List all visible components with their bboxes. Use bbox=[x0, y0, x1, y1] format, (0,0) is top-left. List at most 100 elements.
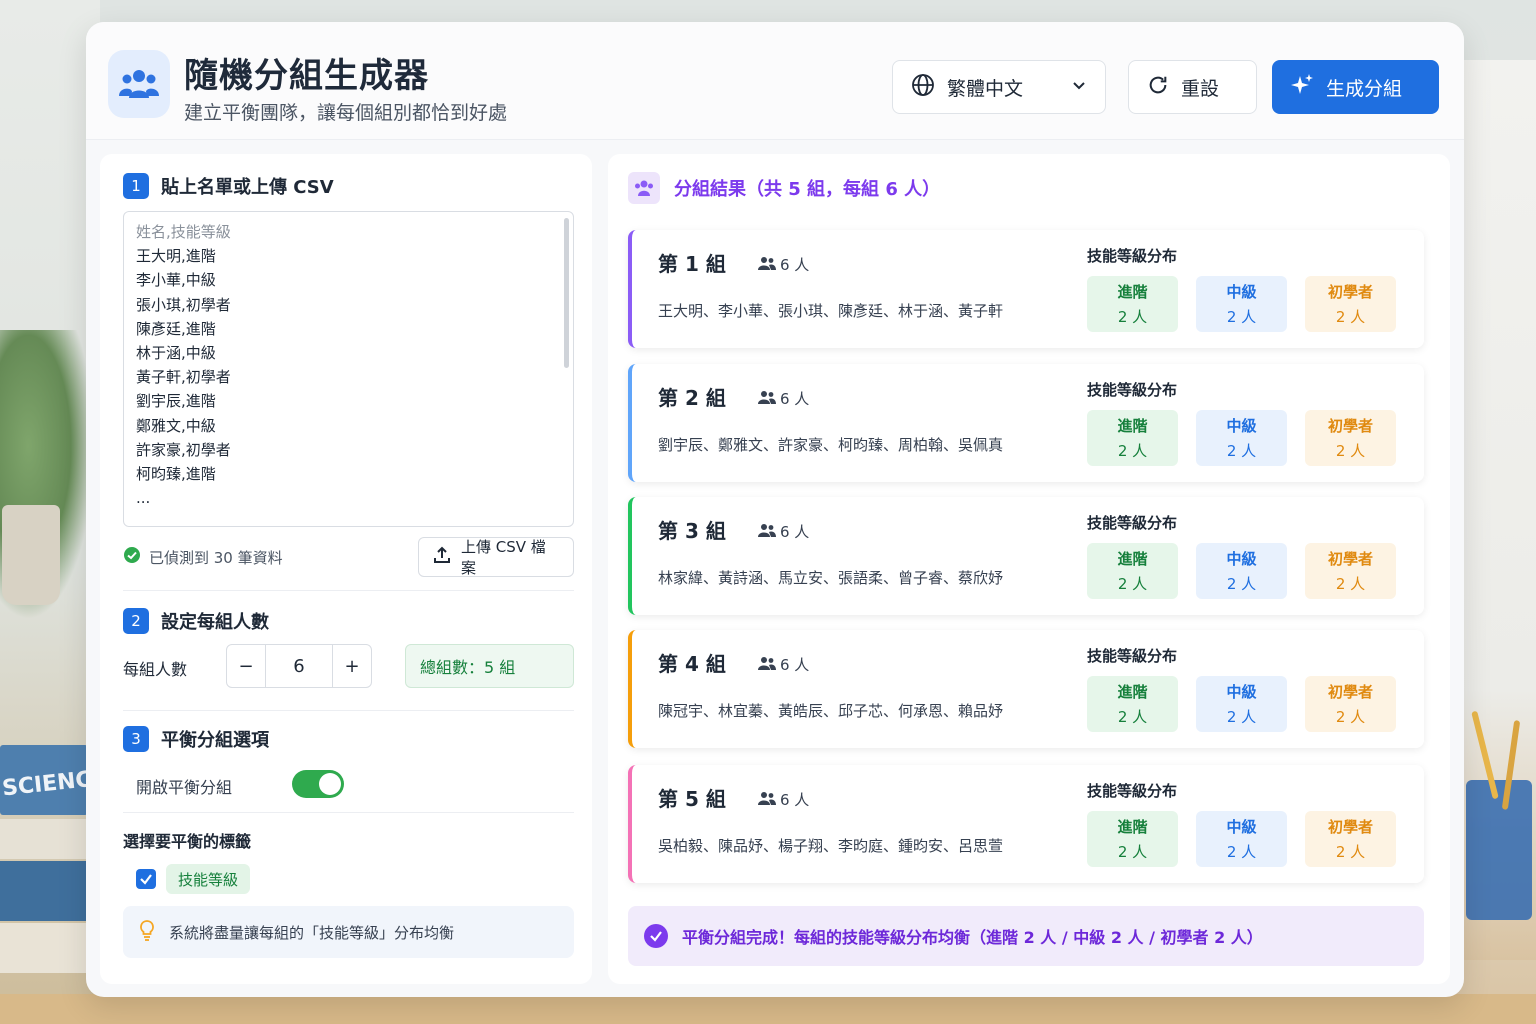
select-tags-label: 選擇要平衡的標籤 bbox=[123, 832, 252, 851]
skill-level-name: 進階 bbox=[1117, 683, 1148, 701]
generate-groups-button[interactable]: 生成分組 bbox=[1272, 60, 1439, 114]
group-title: 第 3 組 bbox=[658, 519, 726, 543]
group-title: 第 1 組 bbox=[658, 252, 726, 276]
group-member-count: 6 人 bbox=[758, 388, 809, 409]
step-3-heading: 3 平衡分組選項 bbox=[123, 726, 269, 752]
skill-level-pill: 中級 2 人 bbox=[1196, 276, 1287, 332]
skill-level-name: 初學者 bbox=[1327, 417, 1373, 435]
balance-toggle-label: 開啟平衡分組 bbox=[136, 778, 233, 797]
background-pot bbox=[2, 505, 60, 605]
roster-line: 李小華,中級 bbox=[136, 271, 216, 290]
group-member-count: 6 人 bbox=[758, 254, 809, 275]
group-logo-icon bbox=[108, 50, 170, 118]
group-title: 第 5 組 bbox=[658, 787, 726, 811]
app-header: 隨機分組生成器 建立平衡團隊，讓每個組別都恰到好處 繁體中文 重設 生成分組 bbox=[86, 22, 1464, 140]
skill-level-pill: 進階 2 人 bbox=[1087, 676, 1178, 732]
skill-level-name: 中級 bbox=[1226, 417, 1257, 435]
roster-line: 黃子軒,初學者 bbox=[136, 368, 231, 387]
skill-level-count: 2 人 bbox=[1117, 708, 1148, 726]
upload-csv-button[interactable]: 上傳 CSV 檔案 bbox=[418, 537, 574, 577]
group-member-count: 6 人 bbox=[758, 654, 809, 675]
skill-level-count: 2 人 bbox=[1226, 575, 1257, 593]
background-books: SCIENCE bbox=[0, 745, 108, 975]
skill-level-count: 2 人 bbox=[1117, 843, 1148, 861]
increment-button[interactable]: + bbox=[332, 644, 372, 688]
skill-level-pill: 進階 2 人 bbox=[1087, 543, 1178, 599]
refresh-icon bbox=[1147, 74, 1169, 101]
page-title: 隨機分組生成器 bbox=[184, 56, 429, 96]
upload-icon bbox=[433, 546, 451, 568]
roster-textarea[interactable]: 姓名,技能等級 王大明,進階 李小華,中級 張小琪,初學者 陳彥廷,進階 林于涵… bbox=[123, 211, 574, 527]
per-group-label: 每組人數 bbox=[123, 660, 188, 679]
check-circle-icon bbox=[123, 546, 141, 568]
group-title: 第 4 組 bbox=[658, 652, 726, 676]
divider bbox=[123, 590, 574, 591]
roster-line: 王大明,進階 bbox=[136, 247, 216, 266]
roster-line: ... bbox=[136, 489, 151, 508]
completion-text: 平衡分組完成！每組的技能等級分布均衡（進階 2 人 / 中級 2 人 / 初學者… bbox=[682, 928, 1263, 947]
step-title: 設定每組人數 bbox=[161, 612, 269, 633]
skill-level-count: 2 人 bbox=[1335, 708, 1366, 726]
roster-line: 陳彥廷,進階 bbox=[136, 319, 216, 338]
skill-level-name: 進階 bbox=[1117, 818, 1148, 836]
group-count-text: 6 人 bbox=[780, 791, 810, 809]
skill-level-name: 中級 bbox=[1226, 283, 1257, 301]
skill-level-count: 2 人 bbox=[1335, 308, 1366, 326]
group-members: 王大明、李小華、張小琪、陳彥廷、林于涵、黃子軒 bbox=[658, 302, 1004, 320]
skill-level-pill: 初學者 2 人 bbox=[1305, 676, 1396, 732]
skill-level-pill: 初學者 2 人 bbox=[1305, 410, 1396, 466]
divider bbox=[123, 812, 574, 813]
textarea-scrollbar[interactable] bbox=[564, 218, 569, 368]
balance-toggle[interactable] bbox=[292, 770, 344, 798]
skill-level-count: 2 人 bbox=[1335, 843, 1366, 861]
step-2-heading: 2 設定每組人數 bbox=[123, 608, 269, 634]
group-card: 第 2 組 6 人劉宇辰、鄭雅文、許家豪、柯昀臻、周柏翰、吳佩真 技能等級分布 進階 2… bbox=[628, 364, 1424, 482]
skill-distribution-label: 技能等級分布 bbox=[1087, 782, 1178, 800]
skill-level-pill: 中級 2 人 bbox=[1196, 410, 1287, 466]
skill-level-count: 2 人 bbox=[1117, 308, 1148, 326]
step-title: 平衡分組選項 bbox=[161, 730, 269, 751]
divider bbox=[123, 710, 574, 711]
checkmark-icon bbox=[140, 874, 152, 885]
total-groups-badge: 總組數：5 組 bbox=[405, 644, 574, 688]
skill-level-count: 2 人 bbox=[1226, 708, 1257, 726]
step-number: 1 bbox=[123, 173, 149, 199]
results-panel: 分組結果（共 5 組，每組 6 人） 第 1 組6 人王大明、李小華、張小琪、陳… bbox=[608, 154, 1450, 984]
skill-level-count: 2 人 bbox=[1335, 575, 1366, 593]
group-size-stepper: − 6 + bbox=[226, 644, 372, 688]
skill-level-checkbox[interactable] bbox=[136, 869, 156, 889]
skill-level-pill: 進階 2 人 bbox=[1087, 410, 1178, 466]
people-icon bbox=[758, 256, 776, 274]
group-count-text: 6 人 bbox=[780, 656, 810, 674]
decrement-button[interactable]: − bbox=[226, 644, 266, 688]
step-1-heading: 1 貼上名單或上傳 CSV bbox=[123, 173, 334, 199]
reset-button[interactable]: 重設 bbox=[1128, 60, 1257, 114]
group-members: 劉宇辰、鄭雅文、許家豪、柯昀臻、周柏翰、吳佩真 bbox=[658, 436, 1004, 454]
completion-banner: 平衡分組完成！每組的技能等級分布均衡（進階 2 人 / 中級 2 人 / 初學者… bbox=[628, 906, 1424, 966]
group-card: 第 1 組 6 人王大明、李小華、張小琪、陳彥廷、林于涵、黃子軒 技能等級分布 進階 2… bbox=[628, 230, 1424, 348]
people-icon bbox=[758, 523, 776, 541]
skill-level-pill: 中級 2 人 bbox=[1196, 543, 1287, 599]
detected-status: 已偵測到 30 筆資料 bbox=[123, 546, 283, 568]
skill-level-tag[interactable]: 技能等級 bbox=[166, 864, 251, 894]
check-circle-icon bbox=[644, 924, 668, 948]
skill-level-pill: 中級 2 人 bbox=[1196, 811, 1287, 867]
group-title: 第 2 組 bbox=[658, 386, 726, 410]
group-size-input[interactable]: 6 bbox=[266, 644, 332, 688]
group-member-count: 6 人 bbox=[758, 789, 809, 810]
skill-level-name: 初學者 bbox=[1327, 550, 1373, 568]
team-icon bbox=[628, 172, 660, 204]
results-title: 分組結果（共 5 組，每組 6 人） bbox=[674, 179, 941, 200]
sparkle-icon bbox=[1290, 73, 1314, 102]
group-members: 林家緯、黃詩涵、馬立安、張語柔、曾子睿、蔡欣妤 bbox=[658, 569, 1004, 587]
skill-level-pill: 進階 2 人 bbox=[1087, 811, 1178, 867]
roster-line: 劉宇辰,進階 bbox=[136, 392, 216, 411]
language-select[interactable]: 繁體中文 bbox=[892, 60, 1106, 114]
skill-level-pill: 進階 2 人 bbox=[1087, 276, 1178, 332]
group-card: 第 5 組 6 人吳柏毅、陳品妤、楊子翔、李昀庭、鍾昀安、呂思萱 技能等級分布 進階 2… bbox=[628, 765, 1424, 883]
generate-label: 生成分組 bbox=[1326, 77, 1403, 100]
skill-level-name: 進階 bbox=[1117, 283, 1148, 301]
globe-icon bbox=[911, 73, 935, 102]
results-heading: 分組結果（共 5 組，每組 6 人） bbox=[628, 172, 940, 204]
skill-level-name: 進階 bbox=[1117, 417, 1148, 435]
